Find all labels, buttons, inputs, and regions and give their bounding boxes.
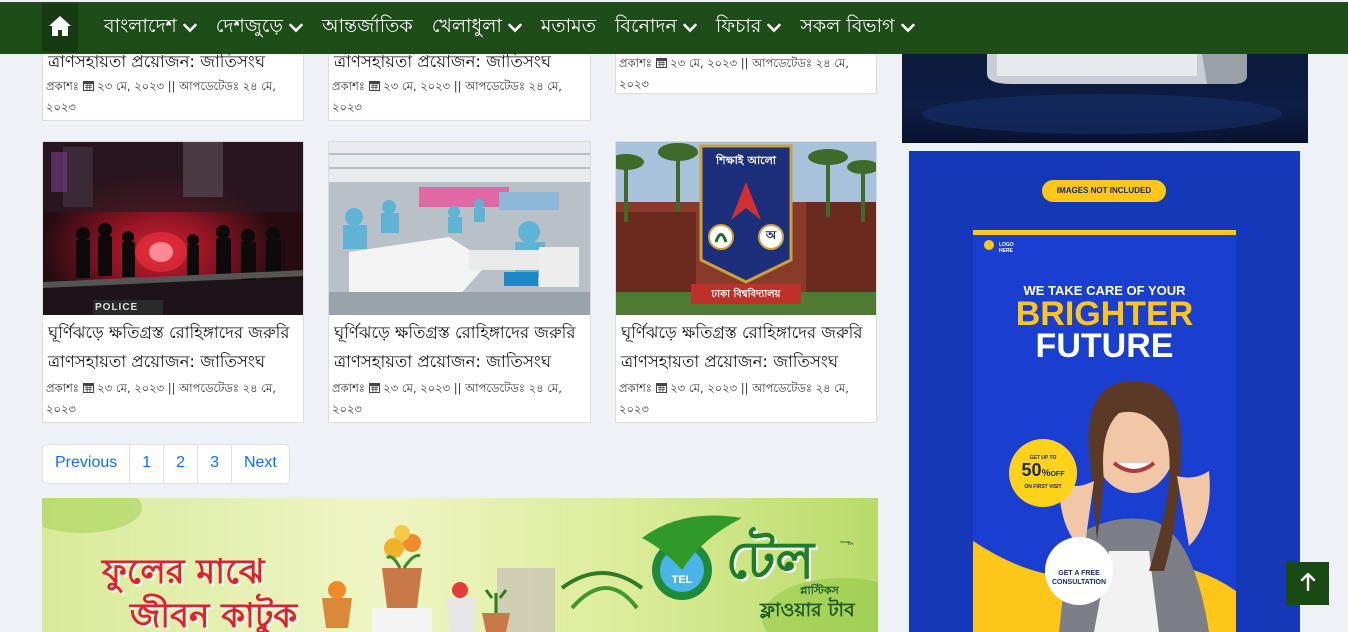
tel-badge: TEL [671, 574, 693, 586]
ad-headline-3: FUTURE [1035, 327, 1174, 365]
du-seal-letter: অ [765, 228, 777, 242]
card-meta: প্রকাশঃ ২৩ মে, ২০২৩ || আপডেটেডঃ ২৪ মে, ২… [619, 379, 849, 416]
ad-cta: GET A FREE CONSULTATION [1051, 570, 1107, 586]
calendar-icon [368, 379, 380, 399]
nav-item-2[interactable]: দেশজুড়ে [216, 12, 303, 44]
brand-tm: ™ [846, 542, 855, 552]
chevron-down-icon [900, 23, 915, 33]
product-name: ফ্লাওয়ার টাব [760, 599, 855, 621]
home-icon [48, 15, 72, 41]
chevron-down-icon [683, 23, 697, 33]
home-button[interactable] [42, 4, 78, 52]
back-to-top-button[interactable] [1286, 562, 1329, 605]
banner-slogan-line2: জীবন কাটুক [130, 596, 298, 632]
chevron-down-icon [182, 23, 197, 33]
card-meta: প্রকাশঃ ২৩ মে, ২০২৩ || আপডেটেডঃ ২৪ মে, ২… [46, 77, 276, 114]
nav-item-label: আন্তর্জাতিক [321, 15, 413, 37]
pagination-page-3[interactable]: 3 [198, 445, 232, 483]
nav-item-1[interactable]: বাংলাদেশ [104, 12, 197, 44]
card-title[interactable]: ঘূর্ণিঝড়ে ক্ষতিগ্রস্ত রোহিঙ্গাদের জরুরি… [329, 315, 590, 376]
main-navbar: বাংলাদেশ দেশজুড়ে আন্তর্জাতিক খেলাধুলা মতামত… [0, 2, 1348, 54]
ad-offer: GET UP TO 50%OFF ON FIRST VISIT [1021, 455, 1065, 490]
nav-item-label: ফিচার [715, 15, 762, 37]
du-seal-name: ঢাকা বিশ্ববিদ্যালয় [711, 289, 781, 300]
pagination-next[interactable]: Next [232, 445, 289, 483]
nav-item-label: মতামত [540, 15, 596, 37]
nav-item-6[interactable]: বিনোদন [615, 12, 697, 44]
pagination-previous[interactable]: Previous [43, 445, 131, 483]
pagination: Previous 1 2 3 Next [42, 444, 290, 484]
card-title[interactable]: ঘূর্ণিঝড়ে ক্ষতিগ্রস্ত রোহিঙ্গাদের জরুরি… [43, 315, 303, 376]
ad-badge: IMAGES NOT INCLUDED [1056, 186, 1152, 195]
nav-menu: বাংলাদেশ দেশজুড়ে আন্তর্জাতিক খেলাধুলা মতামত… [104, 2, 934, 54]
nav-item-5[interactable]: মতামত [541, 12, 596, 44]
nav-item-label: দেশজুড়ে [215, 15, 283, 37]
nav-item-4[interactable]: খেলাধুলা [432, 12, 522, 44]
calendar-icon [82, 77, 94, 97]
pagination-page-2[interactable]: 2 [164, 445, 199, 483]
news-card[interactable]: POLICE ঘূর্ণিঝড়ে ক্ষতিগ্রস্ত রোহিঙ্গাদে… [42, 141, 304, 423]
card-image-dhaka-university[interactable]: শিক্ষাই আলো অ ঢাকা বিশ্ববিদ্যালয় [616, 142, 876, 315]
news-card[interactable]: শিক্ষাই আলো অ ঢাকা বিশ্ববিদ্যালয় ঘূর্ণি… [615, 141, 877, 423]
ad-logo: LOGO HERE [999, 242, 1014, 254]
card-meta: প্রকাশঃ ২৩ মে, ২০২৩ || আপডেটেডঃ ২৪ মে, ২… [332, 77, 562, 114]
banner-ad-tel-plastics[interactable]: ফুলের মাঝে জীবন কাটুক TEL টেল ™ প্লাস্টি… [42, 498, 878, 632]
calendar-icon [655, 54, 667, 74]
sidebar-ad-top[interactable] [902, 54, 1308, 143]
chevron-down-icon [767, 23, 782, 33]
nav-item-label: সকল বিভাগ [800, 15, 895, 37]
arrow-up-icon [1300, 572, 1316, 595]
nav-item-3[interactable]: আন্তর্জাতিক [322, 12, 413, 44]
chevron-down-icon [289, 23, 303, 33]
calendar-icon [368, 77, 380, 97]
card-meta: প্রকাশঃ ২৩ মে, ২০২৩ || আপডেটেডঃ ২৪ মে, ২… [46, 379, 276, 416]
sidebar-ad-clinic[interactable]: IMAGES NOT INCLUDED LOGO HERE WE TAKE CA… [909, 151, 1300, 632]
police-sign: POLICE [95, 302, 139, 313]
calendar-icon [82, 379, 94, 399]
card-title[interactable]: ঘূর্ণিঝড়ে ক্ষতিগ্রস্ত রোহিঙ্গাদের জরুরি… [616, 315, 876, 376]
card-image-police[interactable]: POLICE [43, 142, 303, 315]
chevron-down-icon [508, 23, 522, 33]
nav-item-label: বাংলাদেশ [104, 15, 177, 37]
nav-item-8[interactable]: সকল বিভাগ [800, 12, 915, 44]
card-meta: প্রকাশঃ ২৩ মে, ২০২৩ || আপডেটেডঃ ২৪ মে, ২… [332, 379, 562, 416]
nav-item-label: খেলাধুলা [431, 15, 502, 37]
pagination-page-1[interactable]: 1 [130, 445, 165, 483]
nav-item-label: বিনোদন [614, 15, 677, 37]
du-seal-motto: শিক্ষাই আলো [716, 154, 776, 167]
news-card[interactable]: ঘূর্ণিঝড়ে ক্ষতিগ্রস্ত রোহিঙ্গাদের জরুরি… [328, 141, 591, 423]
calendar-icon [655, 379, 667, 399]
nav-item-7[interactable]: ফিচার [716, 12, 782, 44]
card-image-garment-factory[interactable] [329, 142, 590, 315]
